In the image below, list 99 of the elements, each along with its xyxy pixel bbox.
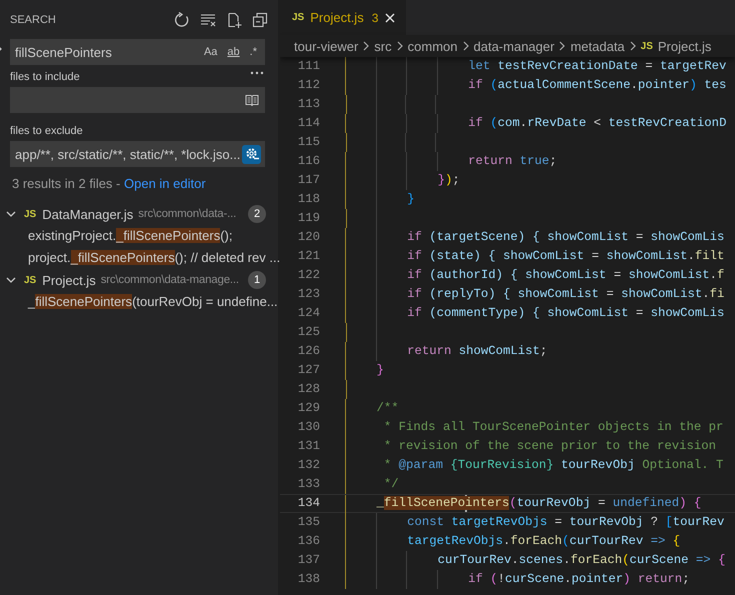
close-icon[interactable] bbox=[384, 12, 396, 24]
line-number: 127 bbox=[296, 362, 320, 379]
code-line: * @param {TourRevision} tourRevObj Optional. T bbox=[346, 456, 724, 475]
code-line: if (replyTo) { showComList = showComList.fi bbox=[346, 285, 724, 304]
search-result[interactable]: existingProject._fillScenePointers(); bbox=[0, 225, 278, 247]
code-line: if (targetScene) { showComList = showComLis bbox=[346, 228, 724, 247]
code-line: return showComList; bbox=[346, 342, 548, 361]
line-number: 119 bbox=[296, 210, 320, 227]
line-number: 132 bbox=[296, 457, 320, 474]
code-line: if (actualCommentScene.pointer) tes bbox=[346, 76, 726, 95]
gear-icon[interactable] bbox=[242, 144, 261, 164]
line-number: 123 bbox=[296, 286, 320, 303]
file-name: Project.js bbox=[42, 272, 96, 288]
chevron-icon[interactable] bbox=[6, 275, 16, 285]
chevron-icon bbox=[462, 41, 470, 51]
line-number: 121 bbox=[296, 248, 320, 265]
file-type-icon: JS bbox=[640, 40, 653, 52]
chevron-icon bbox=[362, 41, 370, 51]
line-number: 129 bbox=[296, 400, 320, 417]
line-number: 134 bbox=[296, 495, 320, 512]
line-number: 112 bbox=[296, 77, 320, 94]
line-number: 125 bbox=[296, 324, 320, 341]
line-number: 137 bbox=[296, 552, 320, 569]
line-number: 124 bbox=[296, 305, 320, 322]
file-path: src\common\data-manage... bbox=[100, 274, 240, 286]
code-line: targetRevObjs.forEach(curTourRev => { bbox=[346, 532, 680, 551]
code-line: _fillScenePointers(tourRevObj = undefined) { bbox=[346, 495, 702, 512]
code-line: if (state) { showComList = showComList.filt bbox=[346, 247, 724, 266]
code-line: }); bbox=[346, 171, 460, 190]
line-number: 136 bbox=[296, 533, 320, 550]
line-number: 118 bbox=[296, 191, 320, 208]
chevron-icon bbox=[628, 41, 637, 51]
field-label: files to include bbox=[10, 71, 80, 83]
breadcrumb-item[interactable]: Project.js bbox=[658, 38, 712, 54]
toggle-button[interactable]: .* bbox=[246, 44, 261, 60]
file-type-icon: JS bbox=[292, 12, 304, 23]
more-icon[interactable] bbox=[250, 71, 264, 75]
code-line: /** bbox=[346, 399, 399, 418]
code-line: * Finds all TourScenePointer objects in the pr bbox=[346, 418, 724, 437]
code-line: */ bbox=[346, 475, 399, 494]
code-line: const targetRevObjs = tourRevObj ? [tourRev bbox=[346, 513, 724, 532]
line-number: 115 bbox=[296, 134, 320, 151]
line-number: 122 bbox=[296, 267, 320, 284]
collapse-all-icon[interactable] bbox=[252, 12, 268, 28]
breadcrumb-item[interactable]: data-manager bbox=[474, 38, 554, 54]
count-badge: 1 bbox=[248, 271, 266, 289]
code-line: } bbox=[346, 190, 414, 209]
code-line: if (authorId) { showComList = showComList.f bbox=[346, 266, 724, 285]
clear-results-icon[interactable] bbox=[200, 12, 216, 28]
line-number: 128 bbox=[296, 381, 320, 398]
code-line: curTourRev.scenes.forEach(curScene => { bbox=[346, 551, 726, 570]
line-number: 116 bbox=[296, 153, 320, 170]
code-line: } bbox=[346, 361, 384, 380]
input-field[interactable] bbox=[10, 87, 265, 113]
refresh-icon[interactable] bbox=[174, 12, 190, 28]
line-number: 114 bbox=[296, 115, 320, 132]
file-path: src\common\data-... bbox=[138, 208, 238, 220]
open-in-editor-link[interactable]: Open in editor bbox=[124, 176, 206, 191]
breadcrumb-item[interactable]: tour-viewer bbox=[294, 38, 358, 54]
code-line: let testRevCreationDate = targetRev bbox=[346, 57, 726, 76]
code-line: if (!curScene.pointer) return; bbox=[346, 570, 690, 589]
code-line: return true; bbox=[346, 152, 557, 171]
search-field[interactable]: fillScenePointers Aa ab .* bbox=[10, 39, 265, 65]
toggle-button[interactable]: ab bbox=[223, 44, 244, 60]
breadcrumb-item[interactable]: src bbox=[374, 38, 392, 54]
file-type-icon: JS bbox=[24, 208, 36, 220]
toggle-button[interactable]: Aa bbox=[200, 44, 222, 60]
line-number: 113 bbox=[296, 96, 320, 113]
chevron-icon[interactable] bbox=[6, 209, 16, 219]
line-number: 120 bbox=[296, 229, 320, 246]
code-line: if (commentType) { showComList = showComLis bbox=[346, 304, 724, 323]
editor-tab[interactable]: JS Project.js 3 bbox=[280, 0, 406, 35]
breadcrumb-item[interactable]: common bbox=[408, 38, 458, 54]
line-number: 131 bbox=[296, 438, 320, 455]
input-field[interactable]: app/**, src/static/**, static/**, *lock.jso... bbox=[10, 141, 265, 167]
chevron-icon bbox=[558, 41, 566, 51]
line-number: 138 bbox=[296, 571, 320, 588]
panel-title: SEARCH bbox=[10, 14, 57, 26]
line-number: 135 bbox=[296, 514, 320, 531]
field-label: files to exclude bbox=[10, 125, 83, 137]
code-line: * revision of the scene prior to the revision bbox=[346, 437, 716, 456]
chevron-icon bbox=[396, 41, 404, 51]
line-number: 111 bbox=[296, 58, 320, 75]
count-badge: 2 bbox=[248, 205, 266, 223]
result-file[interactable]: JS Project.js src\common\data-manage... 1 bbox=[0, 269, 278, 291]
code-line: if (com.rRevDate < testRevCreationD bbox=[346, 114, 726, 133]
file-name: DataManager.js bbox=[42, 206, 134, 222]
new-file-icon[interactable] bbox=[226, 12, 242, 28]
line-number: 126 bbox=[296, 343, 320, 360]
line-number: 133 bbox=[296, 476, 320, 493]
problem-count: 3 bbox=[372, 10, 378, 24]
tab-label: Project.js bbox=[310, 10, 364, 25]
line-number: 117 bbox=[296, 172, 320, 189]
line-number: 130 bbox=[296, 419, 320, 436]
results-summary: 3 results in 2 files - Open in editor bbox=[12, 176, 207, 191]
result-file[interactable]: JS DataManager.js src\common\data-... 2 bbox=[0, 203, 278, 225]
file-type-icon: JS bbox=[24, 274, 36, 286]
search-result[interactable]: project._fillScenePointers(); // deleted rev ... bbox=[0, 247, 278, 269]
breadcrumb-item[interactable]: metadata bbox=[570, 38, 625, 54]
